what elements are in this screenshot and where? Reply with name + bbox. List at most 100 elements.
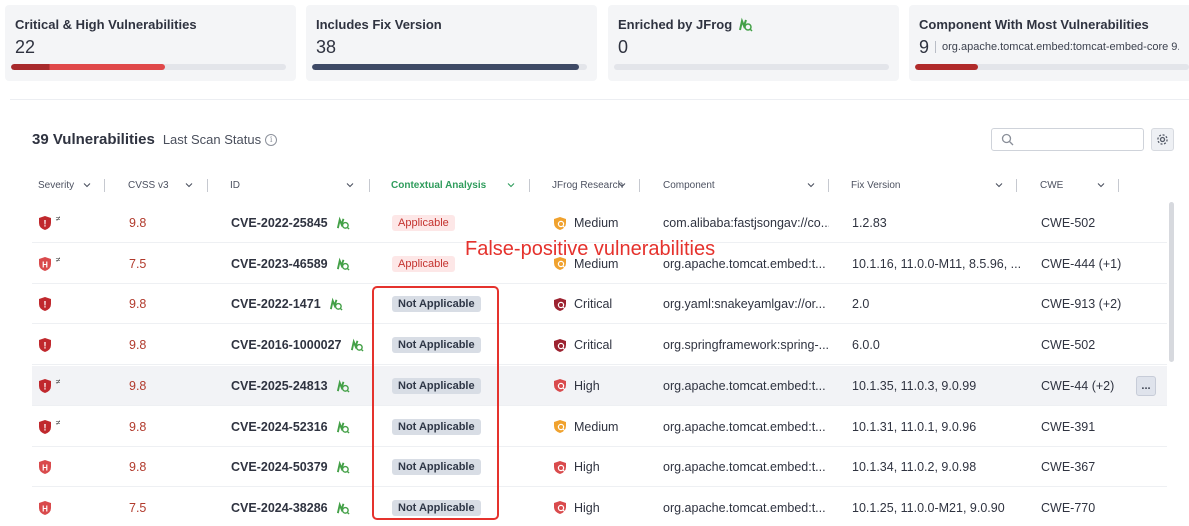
component-name[interactable]: org.apache.tomcat.embed:t... bbox=[663, 447, 829, 487]
cvss-score: 9.8 bbox=[129, 419, 147, 434]
cvss-score: 9.8 bbox=[129, 338, 147, 353]
jfrog-research-severity: Critical bbox=[574, 297, 613, 312]
cve-id[interactable]: CVE-2024-38286 bbox=[231, 501, 328, 515]
progress-bar bbox=[11, 64, 286, 70]
component-name[interactable]: com.alibaba:fastjsongav://co... bbox=[663, 203, 829, 243]
vulnerabilities-header: 39 Vulnerabilities Last Scan Status i bbox=[32, 131, 278, 148]
table-row[interactable]: H 9.8 CVE-2024-50379 Not Applicable High org.… bbox=[32, 447, 1167, 488]
table-row[interactable]: ! ≠ 9.8 CVE-2024-52316 Not Applicable Medium o… bbox=[32, 407, 1167, 447]
card-enriched-jfrog[interactable]: Enriched by JFrog 0 bbox=[608, 5, 899, 81]
column-header-component[interactable]: Component bbox=[663, 174, 715, 196]
row-actions-button[interactable]: ... bbox=[1136, 375, 1156, 396]
jfrog-research-severity-icon bbox=[553, 378, 568, 393]
svg-text:H: H bbox=[42, 464, 48, 473]
chevron-down-icon[interactable] bbox=[346, 181, 354, 189]
severity-icon: ! ≠ bbox=[38, 366, 60, 406]
chevron-down-icon[interactable] bbox=[185, 181, 193, 189]
column-header-fix-version[interactable]: Fix Version bbox=[851, 174, 900, 196]
table-row[interactable]: ! ≠ 9.8 CVE-2025-24813 Not Applicable High org… bbox=[32, 365, 1167, 406]
contextual-analysis-cell: Applicable bbox=[392, 203, 455, 243]
contextual-status-badge: Applicable bbox=[392, 255, 455, 272]
cve-id[interactable]: CVE-2025-24813 bbox=[231, 379, 328, 393]
component-name[interactable]: org.springframework:spring-... bbox=[663, 325, 829, 365]
column-header-jfrog-research[interactable]: JFrog Research bbox=[552, 174, 623, 196]
cve-id[interactable]: CVE-2022-1471 bbox=[231, 297, 321, 311]
jfrog-research-severity: High bbox=[574, 500, 600, 515]
cvss-score: 7.5 bbox=[129, 500, 147, 515]
column-header-cwe[interactable]: CWE bbox=[1040, 174, 1063, 196]
last-scan-status-label: Last Scan Status bbox=[162, 132, 262, 147]
jfrog-research-icon bbox=[739, 17, 753, 32]
search-input[interactable] bbox=[991, 128, 1144, 151]
component-name[interactable]: org.apache.tomcat.embed:t... bbox=[663, 407, 829, 447]
table-row[interactable]: H 7.5 CVE-2024-38286 Not Applicable High org.… bbox=[32, 488, 1167, 526]
jfrog-research-icon bbox=[336, 501, 350, 515]
cve-id[interactable]: CVE-2023-46589 bbox=[231, 257, 328, 271]
jfrog-research-severity: Medium bbox=[574, 216, 619, 230]
severity-icon: ! bbox=[38, 325, 60, 365]
svg-text:!: ! bbox=[44, 219, 47, 229]
chevron-down-icon[interactable] bbox=[618, 181, 626, 189]
chevron-down-icon[interactable] bbox=[807, 181, 815, 189]
table-row[interactable]: ! 9.8 CVE-2022-1471 Not Applicable Critical o… bbox=[32, 284, 1167, 325]
card-most-vulnerable-component[interactable]: Component With Most Vulnerabilities 9 or… bbox=[909, 5, 1189, 81]
column-separator bbox=[369, 179, 370, 192]
column-separator bbox=[104, 179, 105, 192]
last-scan-status[interactable]: Last Scan Status i bbox=[162, 132, 278, 147]
column-header-cvss[interactable]: CVSS v3 bbox=[128, 174, 169, 196]
fix-version: 10.1.35, 11.0.3, 9.0.99 bbox=[852, 378, 977, 393]
progress-bar-fill bbox=[312, 64, 579, 70]
info-icon[interactable]: i bbox=[265, 133, 278, 146]
card-title-text: Enriched by JFrog bbox=[618, 16, 733, 32]
jfrog-research-icon bbox=[350, 338, 364, 352]
column-separator bbox=[828, 179, 829, 192]
contextual-status-badge: Applicable bbox=[392, 215, 455, 231]
cve-id[interactable]: CVE-2024-50379 bbox=[231, 460, 328, 474]
progress-bar-fill bbox=[915, 64, 979, 70]
card-title: Enriched by JFrog bbox=[618, 15, 889, 33]
table-row[interactable]: ! ≠ 9.8 CVE-2022-25845 Applicable Medium com.a… bbox=[32, 203, 1167, 243]
fix-version: 2.0 bbox=[852, 297, 870, 312]
jfrog-research-icon bbox=[336, 257, 350, 271]
cve-id[interactable]: CVE-2024-52316 bbox=[231, 420, 328, 434]
component-name[interactable]: org.apache.tomcat.embed:t... bbox=[663, 366, 829, 406]
severity-icon: H bbox=[38, 488, 60, 526]
svg-text:≠: ≠ bbox=[55, 377, 60, 386]
column-header-contextual-analysis[interactable]: Contextual Analysis bbox=[391, 174, 486, 196]
card-critical-high[interactable]: Critical & High Vulnerabilities 22 bbox=[5, 5, 296, 81]
chevron-down-icon[interactable] bbox=[83, 181, 91, 189]
component-name[interactable]: org.yaml:snakeyamlgav://or... bbox=[663, 284, 829, 324]
jfrog-research-severity: Medium bbox=[574, 419, 619, 434]
settings-button[interactable] bbox=[1151, 128, 1174, 151]
chevron-down-icon[interactable] bbox=[995, 181, 1003, 189]
cve-id[interactable]: CVE-2022-25845 bbox=[231, 216, 328, 230]
severity-icon: ! bbox=[38, 284, 60, 324]
cvss-score: 9.8 bbox=[129, 297, 147, 312]
chevron-down-icon[interactable] bbox=[1097, 181, 1105, 189]
jfrog-research-severity-icon bbox=[553, 297, 568, 312]
cve-id[interactable]: CVE-2016-1000027 bbox=[231, 338, 342, 352]
jfrog-research-severity-icon bbox=[553, 419, 568, 434]
progress-bar bbox=[614, 64, 889, 70]
jfrog-research-icon bbox=[336, 460, 350, 474]
fix-version: 10.1.16, 11.0.0-M11, 8.5.96, ... bbox=[852, 256, 1022, 271]
svg-text:H: H bbox=[42, 260, 48, 269]
cwe: CWE-770 bbox=[1041, 500, 1096, 515]
fix-version: 10.1.34, 11.0.2, 9.0.98 bbox=[852, 460, 977, 475]
column-header-id[interactable]: ID bbox=[230, 174, 240, 196]
gear-icon bbox=[1157, 134, 1168, 145]
component-name[interactable]: org.apache.tomcat.embed:t... bbox=[663, 488, 829, 526]
jfrog-research-severity-icon bbox=[553, 460, 568, 475]
card-value: 22 bbox=[15, 36, 36, 57]
chevron-down-icon[interactable] bbox=[507, 181, 515, 189]
column-header-severity[interactable]: Severity bbox=[38, 174, 74, 196]
column-separator bbox=[1118, 179, 1119, 192]
card-value-number: 9 bbox=[919, 36, 930, 57]
card-fix-version[interactable]: Includes Fix Version 38 bbox=[306, 5, 597, 81]
jfrog-research-severity-icon bbox=[553, 500, 568, 515]
svg-text:H: H bbox=[42, 504, 48, 513]
svg-text:≠: ≠ bbox=[55, 418, 60, 427]
table-row[interactable]: ! 9.8 CVE-2016-1000027 Not Applicable Critic… bbox=[32, 325, 1167, 366]
card-title: Includes Fix Version bbox=[316, 16, 442, 32]
scrollbar[interactable] bbox=[1169, 202, 1174, 362]
